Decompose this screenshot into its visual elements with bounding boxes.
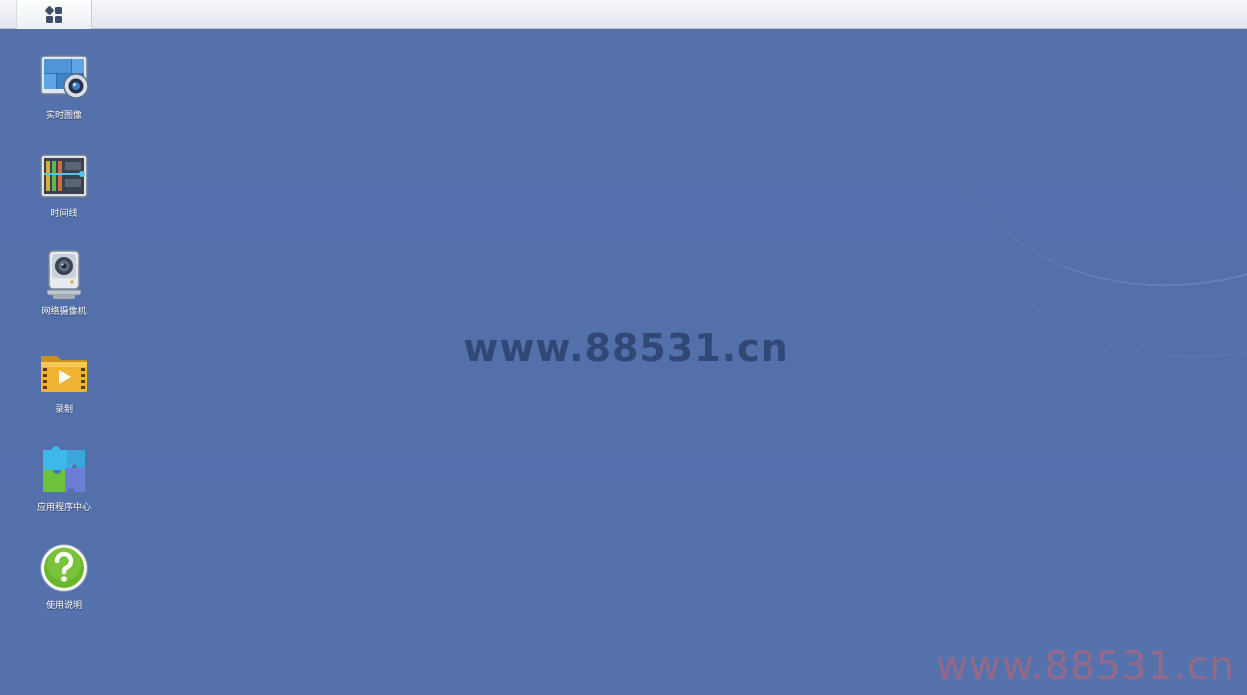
- ip-camera-icon: [46, 250, 82, 299]
- desktop-icon-label: 录制: [54, 405, 73, 415]
- help-icon: [40, 544, 88, 592]
- timeline-icon: [40, 154, 88, 198]
- taskbar: [0, 0, 1247, 29]
- watermark-corner: www.88531.cn: [935, 644, 1235, 689]
- desktop-icon-label: 时间线: [50, 209, 78, 219]
- apps-grid-icon: [45, 5, 62, 23]
- main-menu-button[interactable]: [16, 0, 92, 29]
- desktop-icon-live-view[interactable]: 实时图像: [14, 52, 114, 136]
- desktop-icon-label: 应用程序中心: [36, 503, 91, 513]
- desktop-icon-recording[interactable]: 录制: [14, 346, 114, 430]
- live-view-icon: [40, 55, 89, 99]
- app-center-icon: [43, 446, 85, 492]
- desktop-icon-timeline[interactable]: 时间线: [14, 150, 114, 234]
- desktop-icon-label: 网络摄像机: [41, 307, 87, 317]
- desktop-icon-label: 使用说明: [45, 601, 82, 611]
- desktop-icon-app-center[interactable]: 应用程序中心: [14, 444, 114, 528]
- desktop-icon-ip-camera[interactable]: 网络摄像机: [14, 248, 114, 332]
- desktop-icon-help[interactable]: 使用说明: [14, 542, 114, 626]
- watermark-center: www.88531.cn: [463, 326, 789, 370]
- desktop-icon-label: 实时图像: [45, 111, 82, 121]
- desktop-wallpaper-curve: [904, 29, 1247, 426]
- recording-folder-icon: [41, 356, 87, 392]
- desktop-wallpaper-curve: [884, 29, 1247, 352]
